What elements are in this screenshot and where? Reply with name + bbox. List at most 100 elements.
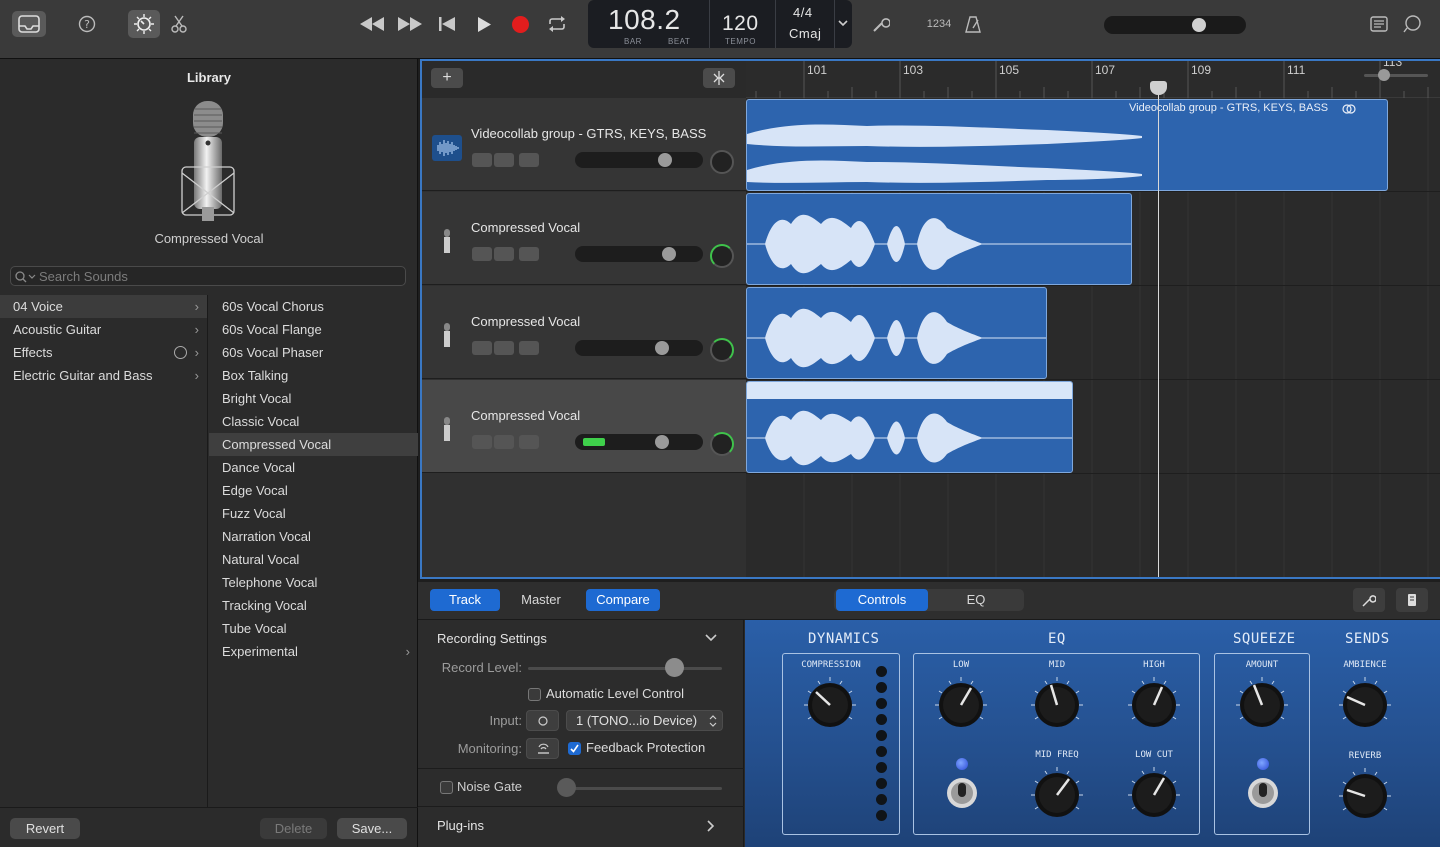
record-button[interactable]	[509, 13, 531, 35]
volume-slider[interactable]	[575, 434, 703, 450]
tuner-button[interactable]	[870, 13, 892, 35]
high-knob[interactable]	[1124, 675, 1184, 735]
lcd-display[interactable]: 108.2 BAR BEAT 120 TEMPO 4/4 Cmaj	[588, 0, 852, 48]
play-button[interactable]	[473, 13, 495, 35]
ruler[interactable]: 101 103 105 107 109 111 113	[746, 61, 1440, 98]
patch-item[interactable]: Natural Vocal	[209, 548, 418, 571]
automatic-level-control-checkbox[interactable]	[528, 688, 541, 701]
plugins-title[interactable]: Plug-ins	[437, 818, 484, 833]
audio-region[interactable]: Videocollab group - GTRS, KEYS, BASS	[746, 99, 1388, 191]
track-name[interactable]: Videocollab group - GTRS, KEYS, BASS	[471, 126, 706, 141]
mute-button[interactable]	[472, 247, 492, 261]
tab-eq[interactable]: EQ	[930, 589, 1022, 611]
metronome-button[interactable]	[962, 13, 984, 35]
input-format-button[interactable]	[526, 710, 559, 731]
zoom-knob[interactable]	[1378, 69, 1390, 81]
help-button[interactable]: ?	[76, 13, 98, 35]
loop-browser-button[interactable]	[1400, 13, 1424, 35]
plugin-window-button[interactable]	[1396, 588, 1428, 612]
category-item[interactable]: 04 Voice ›	[0, 295, 207, 318]
volume-slider[interactable]	[575, 152, 703, 168]
track-header[interactable]: Compressed Vocal	[422, 192, 746, 285]
category-item[interactable]: Effects ›	[0, 341, 207, 364]
pan-knob[interactable]	[710, 338, 734, 362]
volume-knob[interactable]	[655, 341, 669, 355]
patch-item-selected[interactable]: Compressed Vocal	[209, 433, 418, 456]
volume-knob[interactable]	[662, 247, 676, 261]
tab-track[interactable]: Track	[430, 589, 500, 611]
mute-button[interactable]	[472, 435, 492, 449]
patch-item[interactable]: Dance Vocal	[209, 456, 418, 479]
cycle-button[interactable]	[545, 13, 569, 35]
ambience-knob[interactable]	[1335, 675, 1395, 735]
low-knob[interactable]	[931, 675, 991, 735]
patch-folder-item[interactable]: Experimental ›	[209, 640, 418, 663]
record-level-knob[interactable]	[665, 658, 684, 677]
playhead[interactable]	[1150, 81, 1167, 577]
patch-item[interactable]: 60s Vocal Chorus	[209, 295, 418, 318]
patch-item[interactable]: Tube Vocal	[209, 617, 418, 640]
download-icon[interactable]	[174, 346, 187, 359]
library-button[interactable]	[12, 11, 46, 37]
monitoring-button[interactable]	[526, 738, 559, 759]
patch-item[interactable]: Narration Vocal	[209, 525, 418, 548]
record-enable-button[interactable]	[519, 435, 539, 449]
record-level-slider[interactable]	[528, 667, 722, 670]
audio-region[interactable]	[746, 287, 1047, 379]
track-header[interactable]: Compressed Vocal	[422, 286, 746, 379]
revert-button[interactable]: Revert	[10, 818, 80, 839]
audio-region[interactable]	[746, 193, 1132, 285]
tab-master[interactable]: Master	[506, 589, 576, 611]
mid-knob[interactable]	[1027, 675, 1087, 735]
patch-item[interactable]: Fuzz Vocal	[209, 502, 418, 525]
mute-button[interactable]	[472, 153, 492, 167]
notepad-button[interactable]	[1368, 13, 1390, 35]
noise-gate-checkbox[interactable]	[440, 781, 453, 794]
noise-gate-knob[interactable]	[557, 778, 576, 797]
patch-item[interactable]: Box Talking	[209, 364, 418, 387]
zoom-slider[interactable]	[1364, 69, 1428, 81]
track-name[interactable]: Compressed Vocal	[471, 220, 580, 235]
scissors-button[interactable]	[168, 13, 190, 35]
patch-item[interactable]: Edge Vocal	[209, 479, 418, 502]
noise-gate-slider[interactable]	[558, 787, 722, 790]
eq-toggle-switch[interactable]	[946, 777, 978, 809]
track-name[interactable]: Compressed Vocal	[471, 314, 580, 329]
volume-knob[interactable]	[655, 435, 669, 449]
lcd-key[interactable]: Cmaj	[789, 26, 821, 41]
chevron-down-icon[interactable]	[838, 20, 848, 28]
reverb-knob[interactable]	[1335, 766, 1395, 826]
master-volume-slider[interactable]	[1104, 16, 1246, 34]
patch-item[interactable]: Bright Vocal	[209, 387, 418, 410]
compression-knob[interactable]	[800, 675, 860, 735]
pan-knob[interactable]	[710, 244, 734, 268]
recording-settings-title[interactable]: Recording Settings	[437, 631, 547, 646]
inspector-button[interactable]	[1353, 588, 1385, 612]
delete-button[interactable]: Delete	[260, 818, 327, 839]
lcd-time-signature[interactable]: 4/4	[793, 5, 813, 20]
master-volume-knob[interactable]	[1192, 18, 1206, 32]
tab-controls[interactable]: Controls	[836, 589, 928, 611]
audio-region-selected[interactable]	[746, 381, 1073, 473]
record-enable-button[interactable]	[519, 153, 539, 167]
patch-item[interactable]: 60s Vocal Flange	[209, 318, 418, 341]
volume-knob[interactable]	[658, 153, 672, 167]
search-field[interactable]: Search Sounds	[10, 266, 406, 286]
input-select[interactable]: 1 (TONO...io Device)	[566, 710, 723, 731]
amount-knob[interactable]	[1232, 675, 1292, 735]
track-header[interactable]: Videocollab group - GTRS, KEYS, BASS	[422, 98, 746, 191]
low-cut-knob[interactable]	[1124, 765, 1184, 825]
patch-item[interactable]: Tracking Vocal	[209, 594, 418, 617]
volume-slider[interactable]	[575, 246, 703, 262]
solo-button[interactable]	[494, 435, 514, 449]
mid-freq-knob[interactable]	[1027, 765, 1087, 825]
solo-button[interactable]	[494, 247, 514, 261]
mute-button[interactable]	[472, 341, 492, 355]
chevron-down-icon[interactable]	[705, 634, 717, 642]
count-in-button[interactable]: 1234	[924, 13, 954, 35]
record-enable-button[interactable]	[519, 247, 539, 261]
go-to-beginning-button[interactable]	[436, 13, 458, 35]
smart-controls-button[interactable]	[128, 10, 160, 38]
pan-knob[interactable]	[710, 432, 734, 456]
lcd-tempo[interactable]: 120	[722, 12, 759, 36]
